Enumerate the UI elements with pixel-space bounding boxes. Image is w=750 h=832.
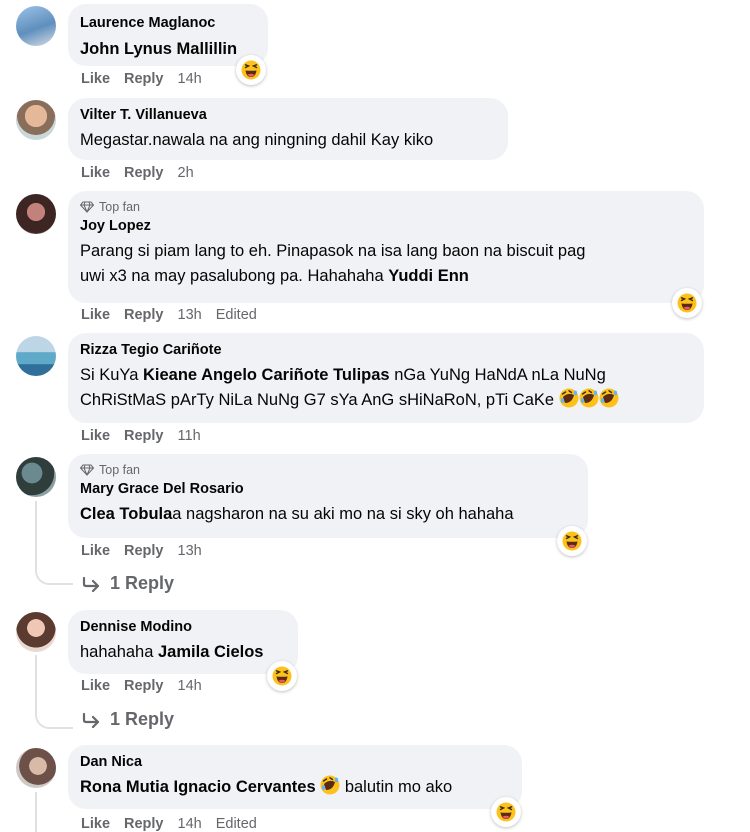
diamond-icon [80, 464, 94, 476]
rofl-icon [598, 388, 619, 408]
mention-link[interactable]: Kieane Angelo Cariñote Tulipas [143, 366, 390, 384]
commenter-name[interactable]: Mary Grace Del Rosario [80, 480, 576, 499]
like-button[interactable]: Like [81, 428, 110, 444]
like-button[interactable]: Like [81, 543, 110, 559]
top-fan-badge: Top fan [99, 463, 141, 477]
haha-icon [241, 60, 261, 80]
reaction-badge[interactable] [491, 797, 521, 827]
timestamp[interactable]: 14h [178, 71, 202, 87]
view-replies-button[interactable]: 1 Reply [82, 573, 174, 594]
reaction-badge[interactable] [557, 526, 587, 556]
comment-text: uwi x3 na may pasalubong pa. Hahahaha [80, 267, 389, 285]
mention-link[interactable]: Jamila Cielos [158, 643, 263, 661]
avatar[interactable] [16, 100, 56, 140]
comment-bubble: Vilter T. Villanueva Megastar.nawala na … [68, 98, 508, 160]
avatar[interactable] [16, 336, 56, 376]
rofl-icon [558, 388, 579, 408]
reply-arrow-icon [82, 712, 100, 728]
comment-text: nGa YuNg HaNdA nLa NuNg [389, 366, 606, 384]
reply-button[interactable]: Reply [124, 165, 164, 181]
comment-text: Megastar.nawala na ang ningning dahil Ka… [80, 131, 434, 149]
comment-text: Si KuYa [80, 366, 143, 384]
haha-icon [677, 293, 697, 313]
thread-line [35, 501, 37, 567]
thread-connector [35, 565, 73, 585]
diamond-icon [80, 201, 94, 213]
avatar[interactable] [16, 457, 56, 497]
timestamp[interactable]: 11h [178, 428, 201, 444]
comment-bubble: Rizza Tegio Cariñote Si KuYa Kieane Ange… [68, 333, 704, 423]
rofl-icon [578, 388, 599, 408]
like-button[interactable]: Like [81, 71, 110, 87]
comment-bubble: Laurence Maglanoc John Lynus Mallillin [68, 4, 268, 66]
mention-link[interactable]: Yuddi Enn [388, 267, 469, 285]
mention-link[interactable]: Rona Mutia Ignacio Cervantes [80, 778, 316, 796]
reaction-badge[interactable] [267, 661, 297, 691]
timestamp[interactable]: 2h [178, 165, 194, 181]
mention-link[interactable]: Clea Tobula [80, 505, 172, 523]
timestamp[interactable]: 13h [178, 543, 202, 559]
reply-button[interactable]: Reply [124, 71, 164, 87]
haha-icon [562, 531, 582, 551]
commenter-name[interactable]: Rizza Tegio Cariñote [80, 341, 692, 360]
like-button[interactable]: Like [81, 678, 110, 694]
commenter-name[interactable]: Joy Lopez [80, 217, 692, 236]
commenter-name[interactable]: Dan Nica [80, 753, 510, 772]
comment-text: balutin mo ako [340, 778, 453, 796]
commenter-name[interactable]: Dennise Modino [80, 618, 286, 637]
commenter-name[interactable]: Vilter T. Villanueva [80, 106, 496, 125]
reply-button[interactable]: Reply [124, 678, 164, 694]
avatar[interactable] [16, 6, 56, 46]
rofl-icon [320, 775, 341, 795]
reaction-badge[interactable] [236, 55, 266, 85]
top-fan-badge: Top fan [99, 200, 141, 214]
comment-text: hahahaha [80, 643, 158, 661]
comment-bubble: Top fan Mary Grace Del Rosario Clea Tobu… [68, 454, 588, 538]
comment-text-line: Parang si piam lang to eh. Pinapasok na … [80, 242, 586, 260]
mention-link[interactable]: John Lynus Mallillin [80, 40, 237, 58]
thread-line [35, 792, 37, 832]
reply-arrow-icon [82, 576, 100, 592]
reply-count[interactable]: 1 Reply [110, 573, 174, 594]
thread-connector [35, 709, 73, 729]
like-button[interactable]: Like [81, 165, 110, 181]
comment-text: a nagsharon na su aki mo na si sky oh ha… [172, 505, 514, 523]
comment-bubble: Dan Nica Rona Mutia Ignacio Cervantes ba… [68, 745, 522, 809]
comment-bubble: Dennise Modino hahahaha Jamila Cielos [68, 610, 298, 674]
thread-line [35, 655, 37, 711]
reply-button[interactable]: Reply [124, 543, 164, 559]
reply-button[interactable]: Reply [124, 428, 164, 444]
commenter-name[interactable]: Laurence Maglanoc [80, 14, 256, 33]
timestamp[interactable]: 13h [178, 307, 202, 323]
reaction-badge[interactable] [672, 288, 702, 318]
edited-label: Edited [215, 307, 257, 323]
comment-bubble: Top fan Joy Lopez Parang si piam lang to… [68, 191, 704, 303]
reply-count[interactable]: 1 Reply [110, 709, 174, 730]
haha-icon [496, 802, 516, 822]
like-button[interactable]: Like [81, 307, 110, 323]
timestamp[interactable]: 14h [178, 678, 202, 694]
view-replies-button[interactable]: 1 Reply [82, 709, 174, 730]
avatar[interactable] [16, 748, 56, 788]
reply-button[interactable]: Reply [124, 307, 164, 323]
comment-text: ChRiStMaS pArTy NiLa NuNg G7 sYa AnG sHi… [80, 391, 559, 409]
avatar[interactable] [16, 194, 56, 234]
haha-icon [272, 666, 292, 686]
avatar[interactable] [16, 612, 56, 652]
